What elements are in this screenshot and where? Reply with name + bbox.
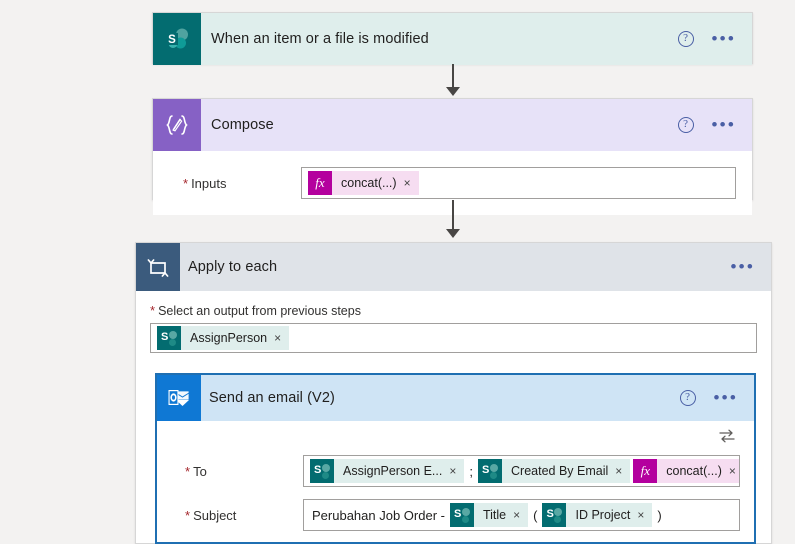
- apply-to-each-select-label: Select an output from previous steps: [150, 303, 757, 318]
- email-to-field[interactable]: S AssignPerson E... × ; S Created By Ema…: [303, 455, 740, 487]
- token-created-by-email[interactable]: S Created By Email ×: [478, 459, 631, 483]
- help-icon[interactable]: ?: [679, 390, 696, 406]
- compose-inputs-field[interactable]: fx concat(...) ×: [301, 167, 736, 199]
- compose-card[interactable]: Compose ? ••• Inputs fx concat(...) ×: [152, 98, 753, 215]
- token-separator: ;: [469, 463, 473, 479]
- subject-open-paren: (: [533, 507, 538, 523]
- more-options-icon[interactable]: •••: [731, 258, 755, 275]
- trigger-header-actions: ? •••: [677, 30, 752, 47]
- sharepoint-icon: S: [478, 459, 502, 483]
- email-to-label: To: [171, 464, 303, 479]
- compose-inputs-row: Inputs fx concat(...) ×: [169, 167, 736, 199]
- subject-close-paren: ): [657, 507, 662, 523]
- send-an-email-body: To S AssignPerson E... × ; S Cre: [157, 421, 754, 531]
- email-subject-row: Subject Perubahan Job Order - S Title × …: [171, 499, 740, 531]
- send-an-email-header-actions: ? •••: [679, 389, 754, 406]
- send-an-email-header[interactable]: Send an email (V2) ? •••: [157, 375, 754, 421]
- apply-to-each-title: Apply to each: [188, 259, 278, 275]
- sharepoint-icon: S: [542, 503, 567, 527]
- flow-designer-canvas: S When an item or a file is modified ? •…: [0, 0, 795, 544]
- sharepoint-icon: S: [310, 459, 334, 483]
- more-options-icon[interactable]: •••: [712, 30, 736, 47]
- compose-inputs-label: Inputs: [169, 176, 301, 191]
- token-label: concat(...): [657, 459, 729, 483]
- token-label: Created By Email: [502, 459, 616, 483]
- compose-card-header[interactable]: Compose ? •••: [153, 99, 752, 151]
- connector-arrowhead-1: [446, 87, 460, 96]
- token-id-project[interactable]: S ID Project ×: [542, 503, 653, 527]
- fx-icon: fx: [308, 171, 332, 195]
- send-an-email-card[interactable]: Send an email (V2) ? ••• To S: [155, 373, 756, 544]
- apply-to-each-select-field[interactable]: S AssignPerson ×: [150, 323, 757, 353]
- token-remove-icon[interactable]: ×: [615, 459, 631, 483]
- token-title[interactable]: S Title ×: [449, 503, 529, 527]
- sharepoint-icon: S: [157, 326, 181, 350]
- email-subject-label: Subject: [171, 508, 303, 523]
- token-label: concat(...): [332, 171, 404, 195]
- token-remove-icon[interactable]: ×: [637, 503, 653, 527]
- token-label: Title: [473, 503, 514, 527]
- token-label: AssignPerson E...: [334, 459, 450, 483]
- token-remove-icon[interactable]: ×: [449, 459, 465, 483]
- trigger-card-header[interactable]: S When an item or a file is modified ? •…: [153, 13, 752, 65]
- loop-icon: [136, 243, 180, 291]
- sharepoint-icon: S: [449, 503, 474, 527]
- apply-to-each-header[interactable]: Apply to each •••: [136, 243, 771, 291]
- send-an-email-title: Send an email (V2): [209, 390, 335, 406]
- connector-compose-to-loop: [452, 200, 454, 232]
- trigger-card-when-item-modified[interactable]: S When an item or a file is modified ? •…: [152, 12, 753, 65]
- connector-arrowhead-2: [446, 229, 460, 238]
- compose-braces-icon: [153, 99, 201, 151]
- more-options-icon[interactable]: •••: [714, 389, 738, 406]
- svg-text:S: S: [168, 34, 176, 46]
- compose-card-title: Compose: [211, 117, 274, 133]
- token-label: AssignPerson: [181, 326, 275, 350]
- token-concat[interactable]: fx concat(...) ×: [633, 459, 739, 483]
- token-assign-person[interactable]: S AssignPerson ×: [157, 326, 290, 350]
- apply-to-each-body: Select an output from previous steps S A…: [136, 291, 771, 353]
- apply-to-each-header-actions: •••: [731, 258, 771, 275]
- email-to-row: To S AssignPerson E... × ; S Cre: [171, 455, 740, 487]
- more-options-icon[interactable]: •••: [712, 116, 736, 133]
- token-concat[interactable]: fx concat(...) ×: [308, 171, 419, 195]
- token-remove-icon[interactable]: ×: [513, 503, 529, 527]
- help-icon[interactable]: ?: [677, 31, 694, 47]
- token-remove-icon[interactable]: ×: [274, 326, 290, 350]
- help-icon[interactable]: ?: [677, 117, 694, 133]
- trigger-card-title: When an item or a file is modified: [211, 31, 429, 47]
- subject-static-text: Perubahan Job Order -: [312, 507, 445, 523]
- switch-input-icon[interactable]: [714, 423, 740, 449]
- outlook-icon: [157, 375, 201, 421]
- sharepoint-icon: S: [153, 13, 201, 65]
- fx-icon: fx: [633, 459, 658, 483]
- email-subject-field[interactable]: Perubahan Job Order - S Title × ( S ID P…: [303, 499, 740, 531]
- token-label: ID Project: [566, 503, 638, 527]
- token-assign-person-email[interactable]: S AssignPerson E... ×: [310, 459, 465, 483]
- compose-header-actions: ? •••: [677, 116, 752, 133]
- token-remove-icon[interactable]: ×: [728, 459, 739, 483]
- token-remove-icon[interactable]: ×: [403, 171, 419, 195]
